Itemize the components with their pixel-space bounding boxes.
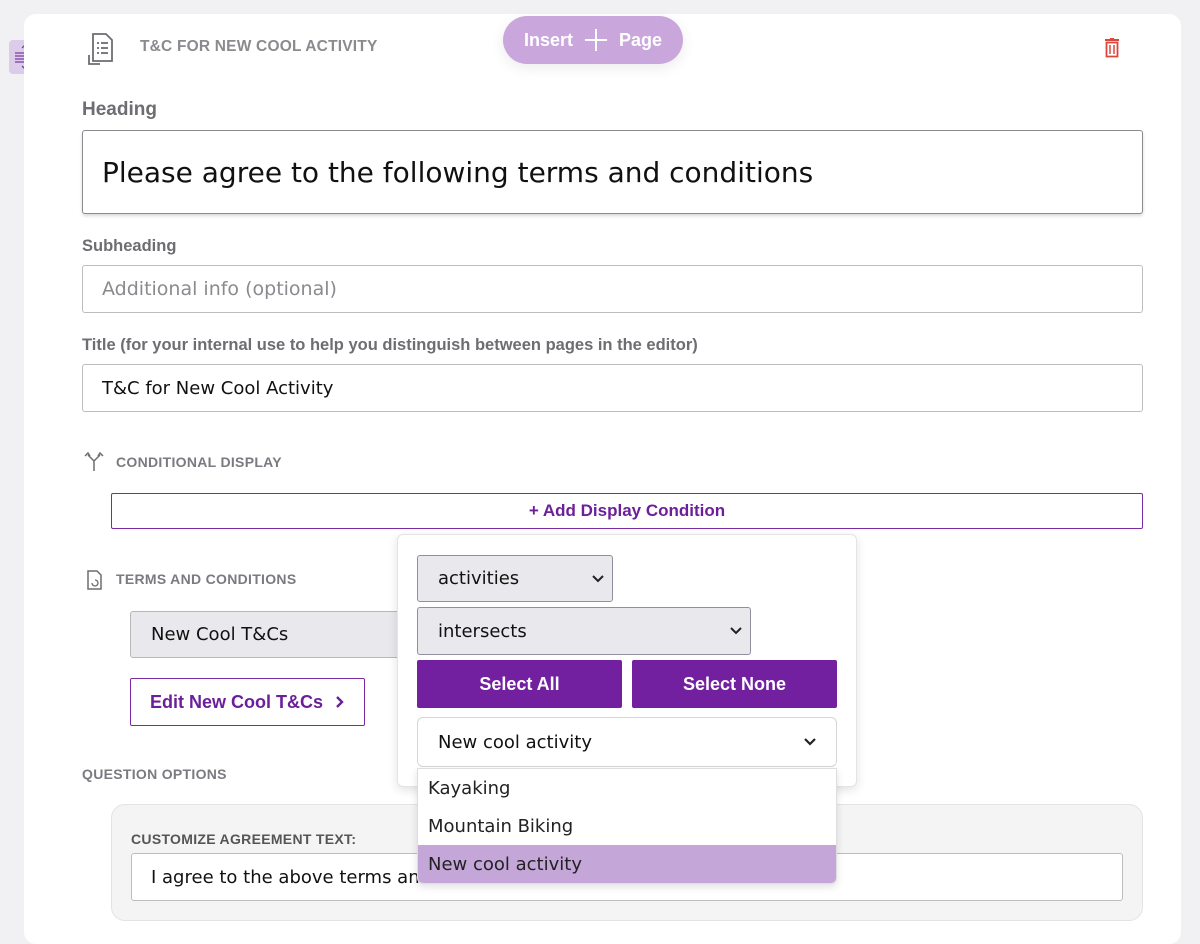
dropdown-option-kayaking[interactable]: Kayaking: [418, 769, 836, 807]
terms-and-conditions-label: TERMS AND CONDITIONS: [116, 571, 297, 587]
terms-select[interactable]: New Cool T&Cs: [130, 611, 430, 658]
condition-value-select[interactable]: New cool activity: [417, 717, 837, 767]
select-none-button[interactable]: Select None: [632, 660, 837, 708]
title-input[interactable]: T&C for New Cool Activity: [82, 364, 1143, 412]
edit-terms-label: Edit New Cool T&Cs: [149, 691, 323, 712]
condition-operator-select[interactable]: intersects: [417, 607, 751, 655]
dropdown-option-new-cool-activity[interactable]: New cool activity: [418, 845, 836, 883]
document-sync-icon: [84, 569, 104, 595]
chevron-down-icon: [804, 738, 816, 746]
condition-field-select[interactable]: activities: [417, 555, 613, 602]
insert-page-button[interactable]: Insert Page: [503, 16, 683, 64]
add-display-condition-button[interactable]: + Add Display Condition: [111, 493, 1143, 529]
chevron-down-icon: [730, 627, 742, 635]
heading-label: Heading: [82, 99, 157, 120]
condition-operator-value: intersects: [438, 620, 527, 642]
subheading-label: Subheading: [82, 237, 177, 255]
trash-icon[interactable]: [1103, 38, 1121, 62]
page-title: T&C FOR NEW COOL ACTIVITY: [140, 38, 378, 55]
branch-icon: [84, 451, 104, 476]
insert-label: Insert: [523, 29, 573, 50]
conditional-display-label: CONDITIONAL DISPLAY: [116, 454, 282, 470]
condition-field-value: activities: [438, 568, 520, 589]
heading-input[interactable]: Please agree to the following terms and …: [82, 130, 1143, 214]
title-label: Title (for your internal use to help you…: [82, 336, 698, 354]
subheading-input[interactable]: Additional info (optional): [82, 265, 1143, 313]
dropdown-option-mountain-biking[interactable]: Mountain Biking: [418, 807, 836, 845]
condition-value-text: New cool activity: [438, 731, 592, 753]
edit-terms-button[interactable]: Edit New Cool T&Cs: [130, 678, 365, 726]
agreement-text-label: CUSTOMIZE AGREEMENT TEXT:: [131, 831, 357, 847]
chevron-down-icon: [592, 574, 604, 582]
select-all-button[interactable]: Select All: [417, 660, 622, 708]
chevron-right-icon: [336, 696, 344, 708]
document-list-icon: [88, 31, 114, 69]
question-options-label: QUESTION OPTIONS: [82, 766, 227, 782]
plus-icon: [585, 29, 607, 51]
condition-value-dropdown: Kayaking Mountain Biking New cool activi…: [417, 768, 837, 884]
page-label: Page: [619, 29, 663, 50]
